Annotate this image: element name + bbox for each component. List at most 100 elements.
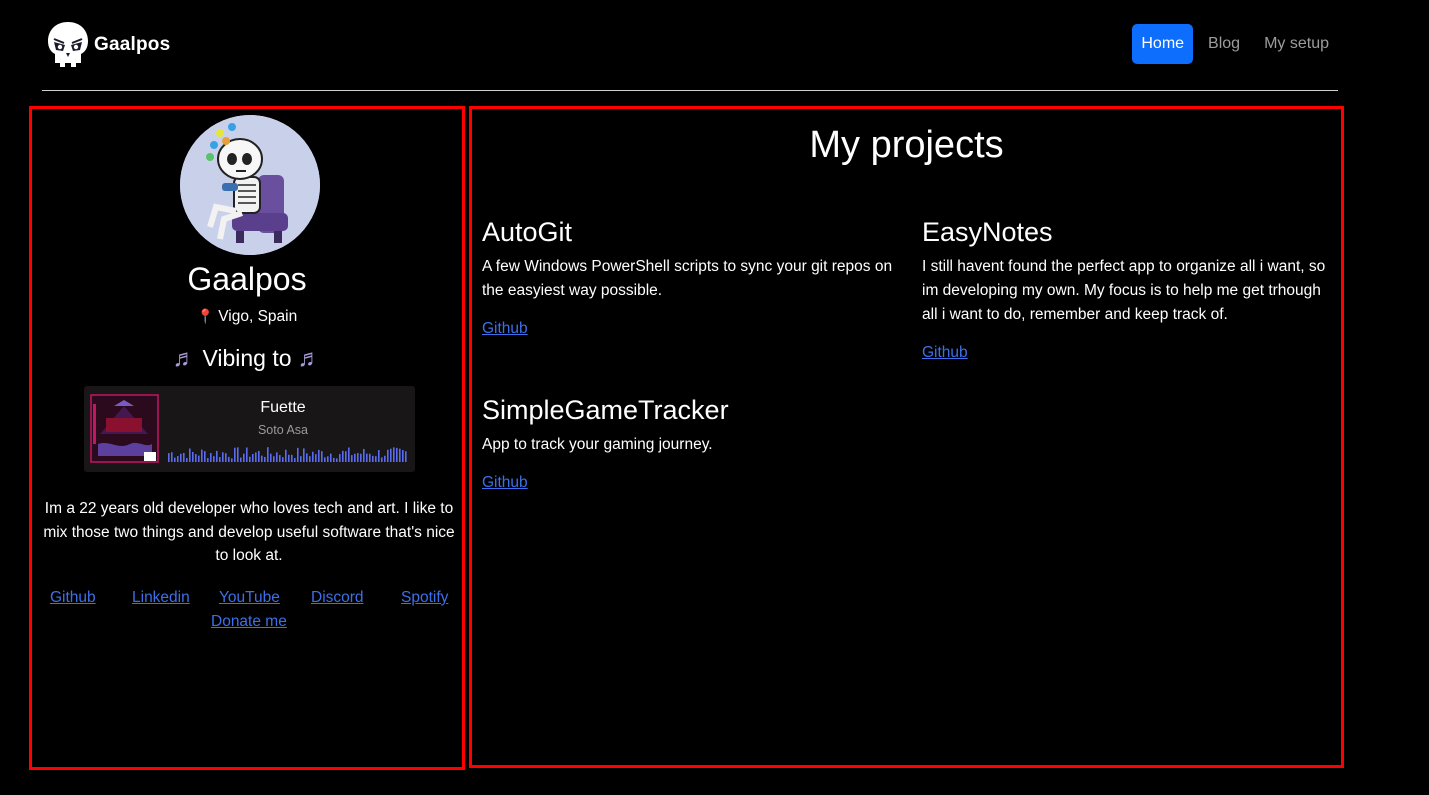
waveform-bar — [261, 455, 263, 462]
album-cover-icon — [90, 394, 159, 463]
project-card-simplegametracker: SimpleGameTracker App to track your gami… — [482, 393, 902, 494]
waveform-bar — [390, 448, 392, 462]
waveform-bar — [264, 456, 266, 462]
social-link-spotify[interactable]: Spotify — [401, 587, 448, 609]
map-pin-icon: 📍 — [196, 308, 215, 324]
waveform-bar — [348, 447, 350, 462]
social-link-youtube[interactable]: YouTube — [219, 587, 280, 609]
waveform-bar — [339, 454, 341, 462]
waveform-bar — [252, 453, 254, 462]
waveform-bar — [201, 449, 203, 462]
waveform-bar — [270, 453, 272, 462]
waveform-bar — [393, 447, 395, 462]
waveform-bar — [273, 456, 275, 462]
waveform-bar — [249, 456, 251, 462]
waveform-bar — [225, 453, 227, 462]
waveform-bar — [171, 452, 173, 462]
audio-waveform — [168, 447, 407, 462]
waveform-bar — [222, 452, 224, 462]
nav-menu: Home Blog My setup — [1126, 24, 1338, 64]
project-name: SimpleGameTracker — [482, 395, 729, 425]
now-playing-card[interactable]: Fuette Soto Asa — [84, 386, 415, 472]
waveform-bar — [381, 457, 383, 462]
waveform-bar — [315, 454, 317, 462]
brand-link[interactable]: Gaalpos — [46, 20, 170, 70]
music-note-icon: ♬ — [297, 345, 322, 372]
waveform-bar — [267, 447, 269, 462]
project-card-easynotes: EasyNotes I still havent found the perfe… — [922, 215, 1332, 364]
nav-blog[interactable]: Blog — [1199, 24, 1249, 64]
waveform-bar — [198, 455, 200, 462]
waveform-bar — [345, 451, 347, 462]
waveform-bar — [207, 458, 209, 462]
waveform-bar — [216, 450, 218, 462]
waveform-bar — [276, 452, 278, 462]
project-description: I still havent found the perfect app to … — [922, 258, 1326, 323]
waveform-bar — [258, 450, 260, 462]
navbar: Gaalpos Home Blog My setup — [42, 0, 1338, 91]
donate-link[interactable]: Donate me — [211, 611, 287, 633]
waveform-bar — [294, 458, 296, 462]
project-description: App to track your gaming journey. — [482, 436, 713, 453]
waveform-bar — [285, 449, 287, 462]
waveform-bar — [318, 449, 320, 462]
brand-name: Gaalpos — [94, 34, 171, 55]
waveform-bar — [336, 458, 338, 462]
waveform-bar — [240, 457, 242, 462]
waveform-bar — [279, 455, 281, 462]
social-link-discord[interactable]: Discord — [311, 587, 364, 609]
nav-my-setup[interactable]: My setup — [1255, 24, 1338, 64]
waveform-bar — [174, 457, 176, 462]
waveform-bar — [204, 451, 206, 462]
social-link-linkedin[interactable]: Linkedin — [132, 587, 190, 609]
waveform-bar — [333, 457, 335, 462]
waveform-bar — [213, 456, 215, 462]
waveform-bar — [372, 455, 374, 462]
avatar — [180, 115, 320, 255]
waveform-bar — [282, 457, 284, 462]
waveform-bar — [360, 453, 362, 462]
waveform-bar — [375, 456, 377, 462]
location: 📍 Vigo, Spain — [32, 305, 462, 328]
project-github-link[interactable]: Github — [482, 472, 528, 494]
profile-name: Gaalpos — [187, 261, 307, 297]
page: Gaalpos Home Blog My setup Gaalpos 📍 Vig… — [0, 0, 1429, 795]
waveform-bar — [192, 451, 194, 462]
projects-panel: My projects AutoGit A few Windows PowerS… — [469, 106, 1344, 768]
waveform-bar — [177, 456, 179, 462]
vibing-heading: ♬ Vibing to ♬ — [32, 343, 462, 374]
music-note-icon: ♬ — [172, 345, 197, 372]
profile-panel: Gaalpos 📍 Vigo, Spain ♬ Vibing to ♬ Fuet… — [29, 106, 465, 770]
project-name: AutoGit — [482, 217, 573, 247]
waveform-bar — [306, 453, 308, 462]
nav-home[interactable]: Home — [1132, 24, 1194, 64]
waveform-bar — [321, 451, 323, 462]
project-github-link[interactable]: Github — [482, 318, 528, 340]
waveform-bar — [303, 448, 305, 462]
waveform-bar — [186, 458, 188, 462]
waveform-bar — [312, 451, 314, 462]
waveform-bar — [369, 453, 371, 462]
waveform-bar — [402, 450, 404, 462]
project-github-link[interactable]: Github — [922, 342, 968, 364]
social-link-github[interactable]: Github — [50, 587, 96, 609]
waveform-bar — [309, 456, 311, 462]
waveform-bar — [255, 452, 257, 462]
projects-title: My projects — [809, 124, 1004, 166]
waveform-bar — [363, 448, 365, 462]
waveform-bar — [195, 454, 197, 462]
waveform-bar — [357, 453, 359, 462]
project-name: EasyNotes — [922, 217, 1053, 247]
waveform-bar — [327, 456, 329, 462]
project-card-autogit: AutoGit A few Windows PowerShell scripts… — [482, 215, 902, 340]
waveform-bar — [300, 456, 302, 462]
waveform-bar — [366, 453, 368, 462]
waveform-bar — [405, 451, 407, 462]
waveform-bar — [384, 455, 386, 462]
waveform-bar — [297, 447, 299, 462]
waveform-bar — [291, 454, 293, 462]
vibing-label: Vibing to — [202, 345, 292, 371]
project-description: A few Windows PowerShell scripts to sync… — [482, 258, 893, 299]
track-artist: Soto Asa — [257, 423, 309, 437]
skeleton-gamer-avatar-icon — [180, 115, 320, 255]
